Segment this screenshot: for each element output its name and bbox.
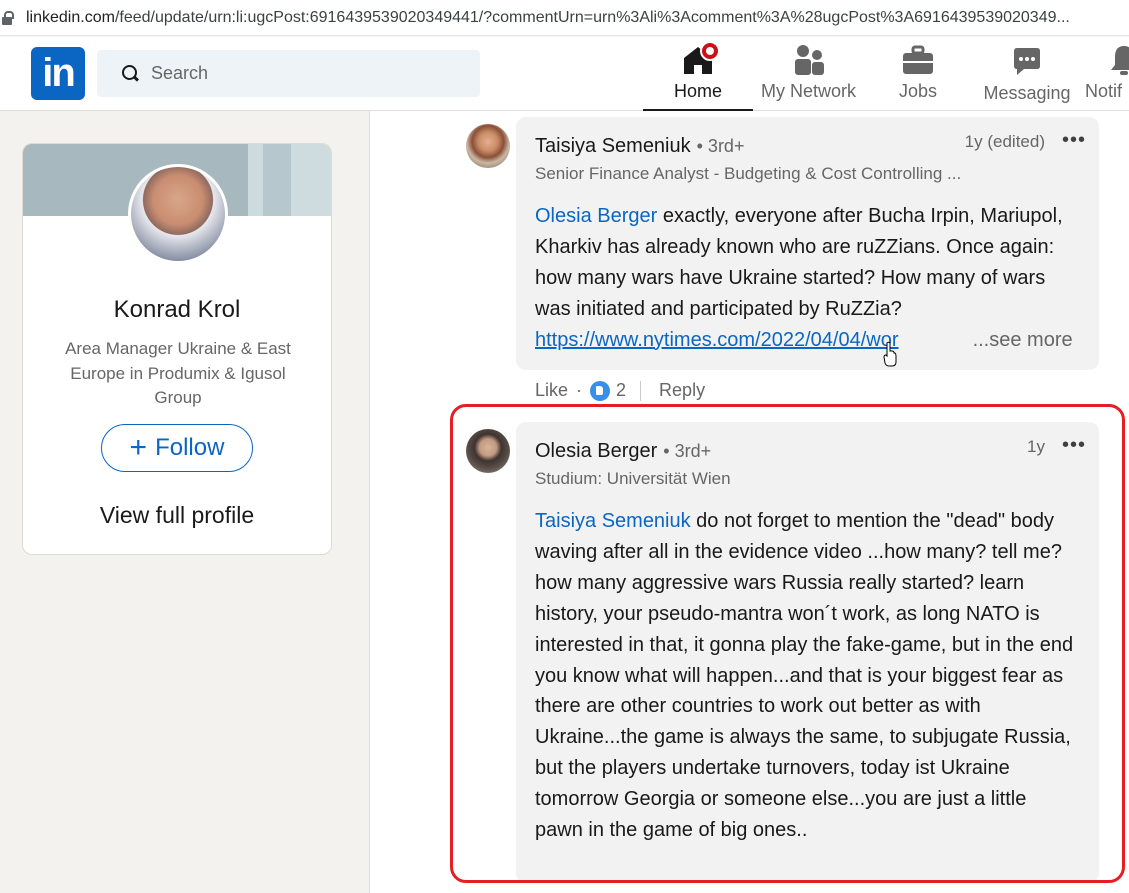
follow-button[interactable]: + Follow [101,424,253,472]
like-button[interactable]: Like [535,380,568,401]
profile-card: Konrad Krol Area Manager Ukraine & East … [22,143,332,555]
reply-button[interactable]: Reply [659,380,705,401]
follow-label: Follow [155,434,225,461]
article-link[interactable]: https://www.nytimes.com/2022/04/04/wor [535,329,899,351]
connection-degree: • 3rd+ [696,136,745,156]
profile-name[interactable]: Konrad Krol [23,296,331,324]
comment-author[interactable]: Taisiya Semeniuk • 3rd+ [535,135,744,158]
hand-cursor-icon [883,341,897,367]
search-icon [121,64,141,84]
reaction-count[interactable]: 2 [616,380,626,401]
comment-timestamp: 1y (edited) [964,132,1045,151]
comment-bubble: Taisiya Semeniuk • 3rd+ Senior Finance An… [516,117,1099,370]
see-more-link[interactable]: ...see more [973,329,1073,351]
url-text[interactable]: linkedin.com/feed/update/urn:li:ugcPost:… [26,9,1070,27]
nav-item-label: My Network [760,81,856,101]
messaging-icon [1014,48,1040,75]
more-options-icon[interactable]: ••• [1062,129,1086,152]
briefcase-icon [903,45,933,74]
nav-item-label: Messaging [983,83,1071,103]
view-full-profile-link[interactable]: View full profile [23,502,331,529]
author-name[interactable]: Taisiya Semeniuk [535,135,691,157]
like-reaction-icon[interactable] [590,380,611,401]
plus-icon: + [129,431,148,464]
nav-item-notifications[interactable]: Notif [1085,43,1129,111]
nav-item-home[interactable]: Home [643,41,753,111]
mention-link[interactable]: Olesia Berger [535,205,657,227]
notification-dot-icon [700,41,720,61]
divider [640,380,642,401]
nav-item-my-network[interactable]: My Network [756,43,861,111]
profile-headline: Area Manager Ukraine & East Europe in Pr… [65,339,291,407]
network-icon [794,45,824,75]
highlight-annotation [450,404,1125,883]
nav-item-label: Jobs [898,81,938,101]
comment-actions: Like · 2 Reply [535,380,705,401]
nav-item-messaging[interactable]: Messaging [980,45,1074,113]
nav-item-jobs[interactable]: Jobs [880,43,956,111]
nav-item-label: Home [673,81,722,101]
search-input[interactable]: Search [151,63,208,84]
comment-text: Olesia Berger exactly, everyone after Bu… [535,201,1075,356]
top-nav: in Search Home My Network Jobs Messaging… [0,37,1129,111]
avatar[interactable] [128,164,228,264]
search-bar[interactable]: Search [97,50,480,97]
avatar[interactable] [466,124,510,168]
bell-icon [1111,46,1129,75]
separator-dot: · [576,380,583,400]
author-headline: Senior Finance Analyst - Budgeting & Cos… [535,164,962,183]
linkedin-logo[interactable]: in [31,47,85,100]
lock-icon[interactable] [2,10,14,25]
nav-item-label: Notif [1085,81,1123,101]
browser-url-bar[interactable]: linkedin.com/feed/update/urn:li:ugcPost:… [0,0,1129,36]
